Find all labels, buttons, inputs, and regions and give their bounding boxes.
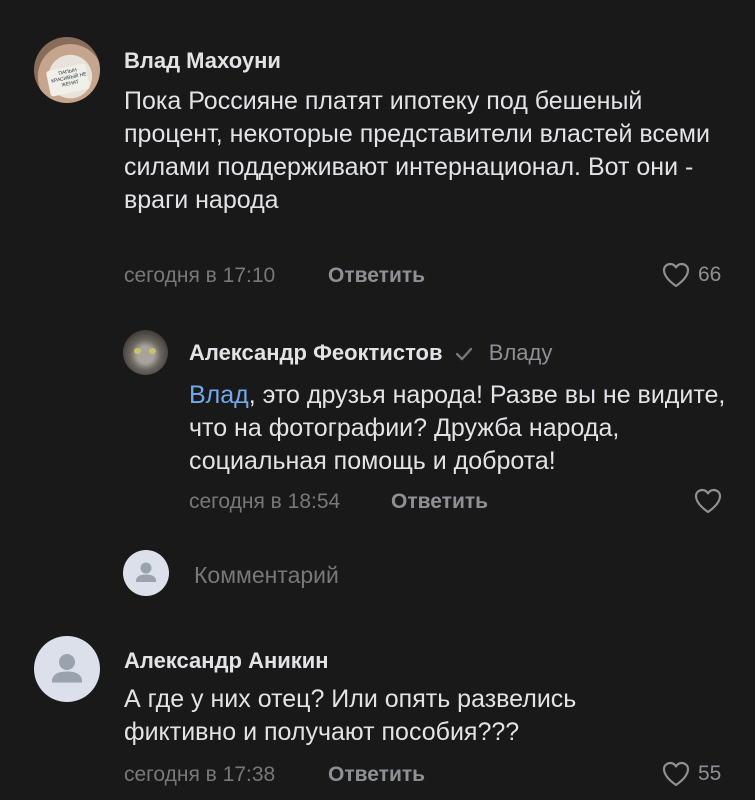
avatar[interactable]: ПАПЫН КРАСИВЫЙ НЕ ЖЕНАТ	[34, 37, 100, 103]
heart-icon	[662, 761, 690, 787]
comment-time: сегодня в 18:54	[189, 490, 341, 513]
reply-comment: Александр Феоктистов Владу Влад, это дру…	[0, 300, 755, 530]
comment-text: Пока Россияне платят ипотеку под бешеный…	[124, 87, 710, 214]
reply-button[interactable]: Ответить	[328, 264, 425, 288]
reply-button[interactable]: Ответить	[328, 763, 425, 787]
heart-icon	[662, 262, 690, 288]
avatar[interactable]	[123, 330, 168, 375]
comment-text: А где у них отец? Или опять развелись фи…	[124, 685, 577, 746]
user-icon	[52, 654, 82, 683]
like-button[interactable]: 55	[662, 761, 721, 787]
comment-author-name[interactable]: Александр Феоктистов	[189, 340, 443, 365]
comment-composer[interactable]: Комментарий	[0, 540, 755, 610]
comment-time: сегодня в 17:10	[124, 264, 276, 287]
heart-icon	[694, 488, 722, 514]
comment-author[interactable]: Александр Аникин	[124, 648, 329, 674]
comment-text: Влад, это друзья народа! Разве вы не вид…	[189, 379, 729, 478]
comment-text-body: , это друзья народа! Разве вы не видите,…	[189, 381, 726, 475]
comment: Александр Аникин А где у них отец? Или о…	[0, 620, 755, 800]
reply-button[interactable]: Ответить	[391, 490, 488, 514]
avatar[interactable]	[34, 636, 100, 702]
user-icon	[136, 562, 156, 582]
mention-link[interactable]: Влад	[189, 381, 249, 409]
comment-time: сегодня в 17:38	[124, 763, 276, 786]
comment-input[interactable]: Комментарий	[194, 562, 339, 589]
checkmark-icon	[455, 347, 472, 361]
like-count: 55	[698, 762, 722, 785]
comment-author: Александр Феоктистов Владу	[189, 340, 552, 366]
comment: ПАПЫН КРАСИВЫЙ НЕ ЖЕНАТ Влад Махоуни Пок…	[0, 0, 755, 300]
like-count: 66	[698, 263, 722, 286]
like-button[interactable]	[694, 488, 722, 514]
like-button[interactable]: 66	[662, 262, 721, 288]
comment-author[interactable]: Влад Махоуни	[124, 48, 281, 74]
reply-target[interactable]: Владу	[489, 340, 553, 365]
user-avatar	[123, 550, 169, 596]
